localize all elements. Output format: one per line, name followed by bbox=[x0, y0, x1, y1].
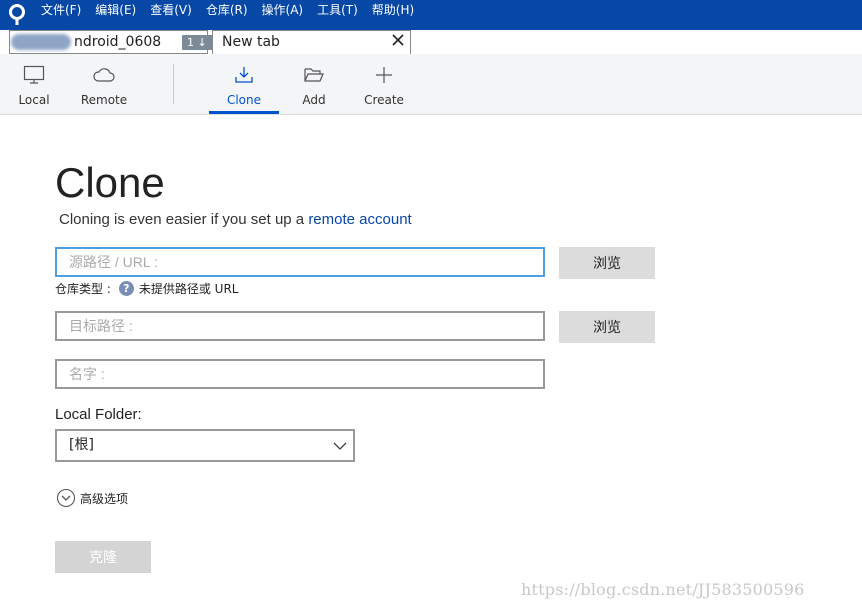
redacted-text bbox=[11, 34, 71, 50]
name-input[interactable] bbox=[55, 359, 545, 389]
plus-icon bbox=[376, 67, 392, 83]
chevron-down-icon bbox=[333, 442, 347, 450]
watermark: https://blog.csdn.net/JJ583500596 bbox=[521, 580, 805, 599]
local-folder-label: Local Folder: bbox=[55, 406, 142, 423]
tab-label: New tab bbox=[222, 34, 280, 50]
active-tab-indicator bbox=[209, 111, 279, 114]
folder-open-icon bbox=[304, 68, 324, 82]
clone-button[interactable]: 克隆 bbox=[55, 541, 151, 573]
remote-account-link[interactable]: remote account bbox=[308, 211, 411, 228]
toolbar-separator bbox=[173, 64, 174, 104]
repo-type-value: 未提供路径或 URL bbox=[138, 282, 239, 296]
toolbar-add-label: Add bbox=[302, 93, 326, 107]
toolbar-remote-button[interactable]: Remote bbox=[76, 54, 132, 114]
browse-destination-button[interactable]: 浏览 bbox=[559, 311, 655, 343]
source-url-input[interactable] bbox=[55, 247, 545, 277]
menu-items: 文件(F) 编辑(E) 查看(V) 仓库(R) 操作(A) 工具(T) 帮助(H… bbox=[34, 0, 421, 22]
download-icon bbox=[235, 67, 253, 83]
menu-bar: 文件(F) 编辑(E) 查看(V) 仓库(R) 操作(A) 工具(T) 帮助(H… bbox=[0, 0, 862, 30]
toolbar-clone-label: Clone bbox=[226, 93, 262, 107]
browse-source-button[interactable]: 浏览 bbox=[559, 247, 655, 279]
destination-path-input[interactable] bbox=[55, 311, 545, 341]
advanced-options-label: 高级选项 bbox=[80, 491, 129, 506]
repo-type-label: 仓库类型 : bbox=[55, 282, 111, 296]
tab-new[interactable]: New tab bbox=[212, 30, 411, 55]
toolbar-create-button[interactable]: Create bbox=[359, 54, 409, 114]
toolbar-add-button[interactable]: Add bbox=[292, 54, 336, 114]
tab-label: ndroid_0608 bbox=[74, 34, 162, 50]
page-title: Clone bbox=[55, 159, 165, 206]
menu-tools[interactable]: 工具(T) bbox=[310, 0, 365, 22]
page-subtitle: Cloning is even easier if you set up a r… bbox=[59, 211, 412, 228]
toolbar-local-button[interactable]: Local bbox=[10, 54, 58, 114]
menu-actions[interactable]: 操作(A) bbox=[255, 0, 311, 22]
toolbar-remote-label: Remote bbox=[80, 93, 128, 107]
menu-repository[interactable]: 仓库(R) bbox=[199, 0, 255, 22]
menu-view[interactable]: 查看(V) bbox=[143, 0, 199, 22]
toolbar: Local Remote Clone Add Create bbox=[0, 54, 862, 115]
local-folder-value: [根] bbox=[69, 437, 94, 453]
pull-count-badge: 1 ↓ bbox=[182, 35, 214, 50]
close-icon[interactable] bbox=[391, 33, 405, 47]
repository-type: 仓库类型 : ? 未提供路径或 URL bbox=[55, 280, 238, 297]
local-folder-select[interactable]: [根] bbox=[55, 429, 355, 462]
advanced-options-toggle[interactable]: 高级选项 bbox=[56, 488, 128, 508]
chevron-down-circle-icon bbox=[56, 488, 76, 508]
help-icon[interactable]: ? bbox=[118, 281, 134, 296]
monitor-icon bbox=[23, 65, 45, 84]
plus-icon[interactable] bbox=[418, 32, 438, 52]
menu-edit[interactable]: 编辑(E) bbox=[88, 0, 143, 22]
tab-repository[interactable]: ndroid_0608 1 ↓ bbox=[9, 30, 214, 54]
menu-help[interactable]: 帮助(H) bbox=[365, 0, 421, 22]
cloud-icon bbox=[93, 68, 115, 82]
menu-file[interactable]: 文件(F) bbox=[34, 0, 88, 22]
subtitle-text: Cloning is even easier if you set up a bbox=[59, 211, 309, 228]
toolbar-local-label: Local bbox=[18, 93, 50, 107]
sourcetree-logo-icon[interactable] bbox=[7, 4, 27, 26]
toolbar-clone-button[interactable]: Clone bbox=[209, 54, 279, 114]
toolbar-create-label: Create bbox=[364, 93, 404, 107]
